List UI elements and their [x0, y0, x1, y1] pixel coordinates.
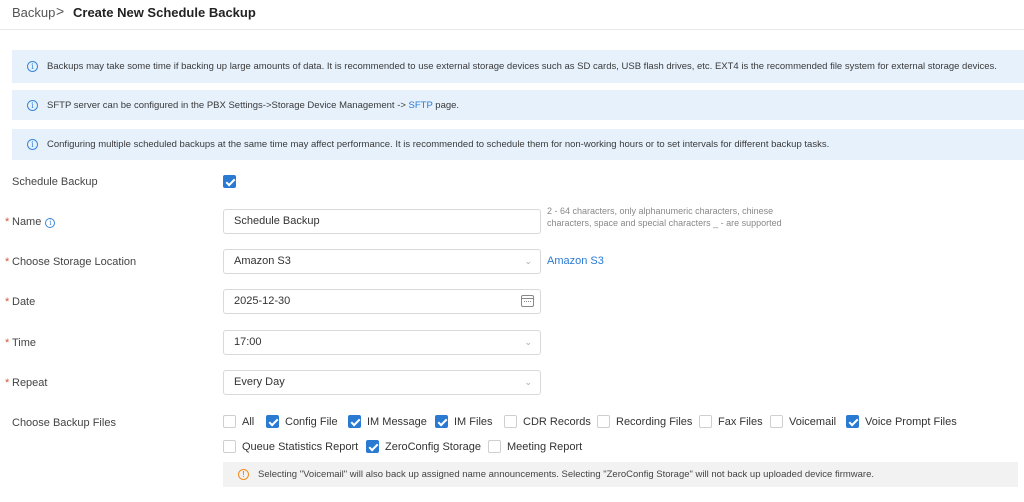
sftp-link[interactable]: SFTP	[409, 100, 433, 111]
required-marker: *	[5, 377, 10, 389]
warning-text: Selecting "Voicemail" will also back up …	[258, 469, 875, 480]
option-im-message[interactable]: IM Message	[348, 415, 427, 428]
backup-files-label: Choose Backup Files	[12, 417, 116, 429]
checkbox[interactable]	[435, 415, 448, 428]
checkbox[interactable]	[597, 415, 610, 428]
option-all[interactable]: All	[223, 415, 254, 428]
breadcrumb-backup-link[interactable]: Backup	[12, 5, 55, 20]
time-select[interactable]: 17:00 ⌄	[223, 330, 541, 355]
checkbox[interactable]	[366, 440, 379, 453]
option-zeroconfig-storage[interactable]: ZeroConfig Storage	[366, 440, 481, 453]
option-im-files[interactable]: IM Files	[435, 415, 493, 428]
option-voice-prompt-files[interactable]: Voice Prompt Files	[846, 415, 957, 428]
alert-text: Backups may take some time if backing up…	[47, 61, 997, 72]
required-marker: *	[5, 337, 10, 349]
checkbox[interactable]	[504, 415, 517, 428]
name-hint: 2 - 64 characters, only alphanumeric cha…	[547, 206, 782, 228]
checkbox[interactable]	[488, 440, 501, 453]
option-recording-files[interactable]: Recording Files	[597, 415, 692, 428]
calendar-icon[interactable]	[521, 295, 534, 307]
time-label: * Time	[5, 337, 37, 349]
option-fax-files[interactable]: Fax Files	[699, 415, 763, 428]
breadcrumb-separator: >	[56, 3, 65, 19]
date-label: * Date	[5, 296, 36, 308]
option-cdr-records[interactable]: CDR Records	[504, 415, 591, 428]
checkbox[interactable]	[846, 415, 859, 428]
checkbox[interactable]	[348, 415, 361, 428]
alert-performance: i Configuring multiple scheduled backups…	[12, 129, 1024, 160]
chevron-down-icon: ⌄	[524, 256, 532, 266]
alert-text: Configuring multiple scheduled backups a…	[47, 139, 830, 150]
name-label: * Name i	[5, 216, 56, 228]
info-circle-icon[interactable]: i	[45, 218, 56, 228]
checkbox[interactable]	[699, 415, 712, 428]
alert-text: SFTP server can be configured in the PBX…	[47, 99, 460, 111]
required-marker: *	[5, 256, 10, 268]
option-voicemail[interactable]: Voicemail	[770, 415, 836, 428]
page-title: Create New Schedule Backup	[73, 5, 256, 20]
alert-sftp: i SFTP server can be configured in the P…	[12, 90, 1024, 120]
required-marker: *	[5, 296, 10, 308]
schedule-backup-label: Schedule Backup	[12, 176, 98, 188]
chevron-down-icon: ⌄	[524, 337, 532, 347]
alert-storage-recommendation: i Backups may take some time if backing …	[12, 50, 1024, 83]
schedule-backup-checkbox[interactable]	[223, 175, 236, 188]
option-queue-statistics-report[interactable]: Queue Statistics Report	[223, 440, 358, 453]
required-marker: *	[5, 216, 10, 228]
info-circle-icon: i	[27, 99, 38, 111]
option-config-file[interactable]: Config File	[266, 415, 338, 428]
storage-location-select[interactable]: Amazon S3 ⌄	[223, 249, 541, 274]
date-picker[interactable]: 2025-12-30	[223, 289, 541, 314]
checkbox[interactable]	[223, 415, 236, 428]
repeat-select[interactable]: Every Day ⌄	[223, 370, 541, 395]
checkbox[interactable]	[770, 415, 783, 428]
info-circle-icon: i	[27, 61, 38, 72]
checkbox[interactable]	[266, 415, 279, 428]
storage-location-label: * Choose Storage Location	[5, 256, 137, 268]
breadcrumb: Backup > Create New Schedule Backup	[0, 0, 1024, 30]
repeat-label: * Repeat	[5, 377, 48, 389]
checkbox[interactable]	[223, 440, 236, 453]
option-meeting-report[interactable]: Meeting Report	[488, 440, 582, 453]
amazon-s3-link[interactable]: Amazon S3	[547, 255, 604, 267]
warning-circle-icon: !	[238, 469, 249, 480]
name-input[interactable]: Schedule Backup	[223, 209, 541, 234]
info-circle-icon: i	[27, 139, 38, 150]
chevron-down-icon: ⌄	[524, 377, 532, 387]
backup-files-warning: ! Selecting "Voicemail" will also back u…	[223, 462, 1018, 487]
